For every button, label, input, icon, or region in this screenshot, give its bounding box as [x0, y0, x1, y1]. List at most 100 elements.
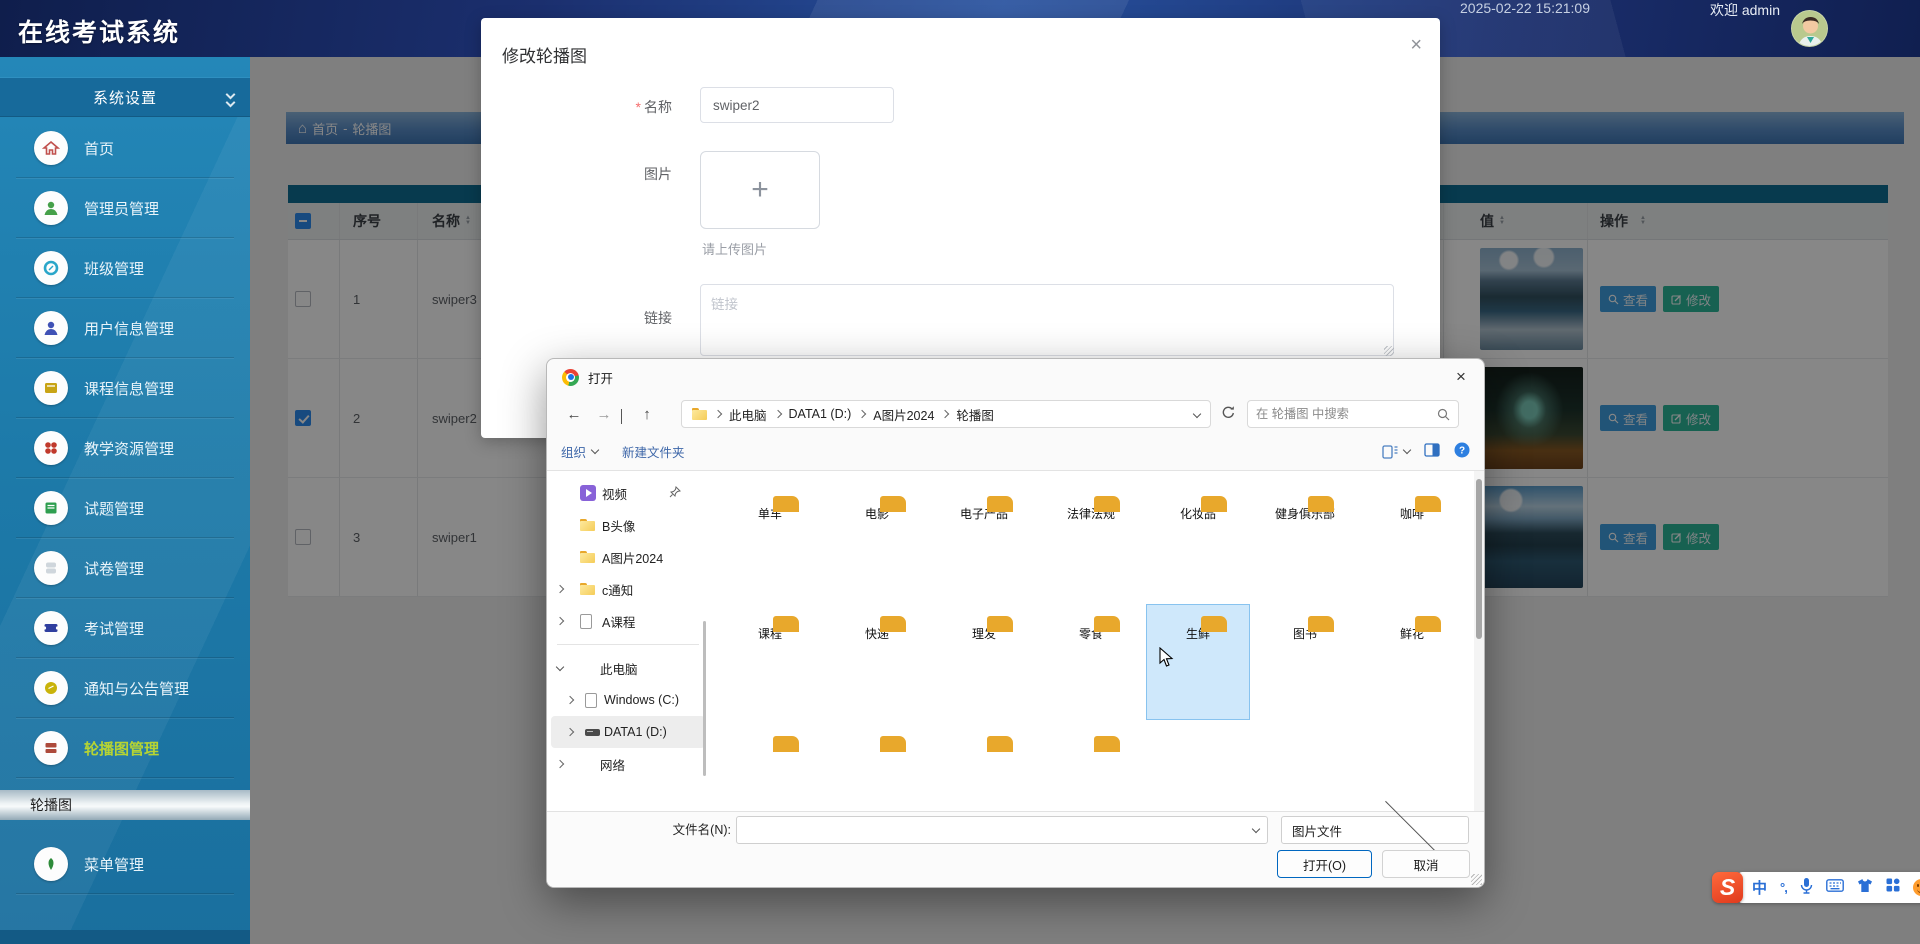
preview-pane-button[interactable] — [1424, 443, 1440, 460]
app-title: 在线考试系统 — [18, 13, 180, 49]
modal-close-icon[interactable]: × — [1410, 34, 1422, 57]
sidebar-item-this-pc[interactable]: 此电脑 — [547, 652, 709, 684]
sidebar-item-class-mgmt[interactable]: 班级管理 — [0, 238, 250, 298]
folder-tile[interactable]: 图书 — [1253, 604, 1357, 720]
image-upload-box[interactable]: + — [700, 151, 820, 229]
forward-icon[interactable]: → — [589, 406, 619, 423]
dialog-titlebar[interactable]: 打开 × — [547, 359, 1484, 395]
folder-icon — [580, 551, 595, 563]
help-button[interactable]: ? — [1454, 442, 1470, 461]
folder-tile[interactable]: 健身俱乐部 — [1253, 484, 1357, 600]
address-segment[interactable]: 此电脑 — [729, 405, 767, 424]
filetype-select[interactable]: 图片文件 — [1281, 816, 1469, 844]
sidebar-section-header[interactable]: 系统设置 — [0, 77, 250, 117]
address-segment[interactable]: A图片2024 — [873, 405, 934, 424]
address-segment[interactable]: DATA1 (D:) — [789, 407, 852, 421]
help-icon: ? — [1454, 442, 1470, 458]
search-input[interactable] — [1256, 407, 1437, 421]
address-bar[interactable]: 此电脑 DATA1 (D:) A图片2024 轮播图 — [681, 400, 1211, 428]
collapse-chevron-icon[interactable] — [556, 663, 564, 671]
expand-chevron-icon[interactable] — [556, 585, 564, 593]
file-list-scrollbar[interactable] — [1474, 471, 1484, 813]
folder-tile[interactable]: 零食 — [1039, 604, 1143, 720]
sidebar-item-course-info-mgmt[interactable]: 课程信息管理 — [0, 358, 250, 418]
sidebar-item-label: 首页 — [84, 138, 114, 159]
sidebar-subitem-label: 轮播图 — [30, 795, 72, 815]
name-input[interactable] — [700, 87, 894, 123]
sidebar-item-paper-mgmt[interactable]: 试卷管理 — [0, 538, 250, 598]
ime-emoji-icon[interactable] — [1913, 879, 1920, 896]
user-avatar[interactable] — [1791, 10, 1828, 47]
sidebar-item-data1-d[interactable]: DATA1 (D:) — [551, 716, 705, 748]
expand-chevron-icon[interactable] — [556, 760, 564, 768]
address-dropdown-icon[interactable] — [1193, 410, 1201, 418]
sidebar-item-carousel-mgmt[interactable]: 轮播图管理 — [0, 718, 250, 778]
sidebar-scrollbar[interactable] — [703, 621, 706, 776]
sidebar: 系统设置 首页 管理员管理 班级管理 用户信息管理 课程信息管理 教学资源管理 — [0, 57, 250, 944]
sidebar-item-videos[interactable]: 视频 — [547, 477, 709, 509]
folder-tile[interactable] — [825, 724, 929, 813]
sidebar-item-menu-mgmt[interactable]: 菜单管理 — [0, 834, 250, 894]
new-folder-button[interactable]: 新建文件夹 — [622, 442, 685, 461]
folder-tile[interactable]: 法律法规 — [1039, 484, 1143, 600]
ime-toolbox-icon[interactable] — [1886, 878, 1900, 897]
folder-tile[interactable]: 快递 — [825, 604, 929, 720]
sidebar-item-exam-mgmt[interactable]: 考试管理 — [0, 598, 250, 658]
dialog-close-icon[interactable]: × — [1438, 359, 1484, 395]
ime-mic-icon[interactable] — [1800, 877, 1813, 899]
scrollbar-thumb[interactable] — [1476, 479, 1482, 639]
history-chevron-icon[interactable] — [621, 409, 622, 423]
folder-tile[interactable]: 咖啡 — [1360, 484, 1464, 600]
cancel-button[interactable]: 取消 — [1382, 850, 1470, 878]
ime-punct-toggle[interactable]: °, — [1780, 880, 1787, 895]
refresh-icon[interactable] — [1221, 405, 1236, 423]
sidebar-item-apic2024[interactable]: A图片2024 — [547, 541, 709, 573]
sidebar-item-question-mgmt[interactable]: 试题管理 — [0, 478, 250, 538]
organize-menu[interactable]: 组织 — [561, 442, 598, 461]
sidebar-item-user-info-mgmt[interactable]: 用户信息管理 — [0, 298, 250, 358]
sidebar-separator — [557, 644, 699, 645]
folder-tile[interactable]: 电子产品 — [932, 484, 1036, 600]
sogou-logo-icon[interactable]: S — [1712, 872, 1743, 903]
sidebar-item-windows-c[interactable]: Windows (C:) — [547, 684, 709, 716]
filename-combo[interactable] — [736, 816, 1268, 844]
expand-chevron-icon[interactable] — [566, 728, 574, 736]
expand-chevron-icon[interactable] — [556, 617, 564, 625]
ime-keyboard-icon[interactable] — [1826, 879, 1844, 897]
dialog-resize-grip[interactable] — [1471, 874, 1482, 885]
up-icon[interactable]: ↑ — [632, 406, 662, 423]
ime-skin-icon[interactable] — [1857, 878, 1873, 898]
search-box[interactable] — [1247, 400, 1459, 428]
sidebar-item-admin-mgmt[interactable]: 管理员管理 — [0, 178, 250, 238]
folder-tile[interactable]: 鲜花 — [1360, 604, 1464, 720]
folder-tile[interactable] — [718, 724, 822, 813]
chevron-down-icon[interactable] — [1252, 824, 1260, 832]
sidebar-item-notice-mgmt[interactable]: 通知与公告管理 — [0, 658, 250, 718]
sidebar-item-bavatar[interactable]: B头像 — [547, 509, 709, 541]
filename-input[interactable] — [745, 823, 1253, 837]
sidebar-item-teaching-resource-mgmt[interactable]: 教学资源管理 — [0, 418, 250, 478]
sidebar-bottom-strip — [0, 930, 250, 944]
textarea-resize-grip[interactable] — [1384, 346, 1394, 356]
folder-tile[interactable]: 化妆品 — [1146, 484, 1250, 600]
folder-tile[interactable]: 理发 — [932, 604, 1036, 720]
address-segment[interactable]: 轮播图 — [956, 405, 994, 424]
folder-tile[interactable] — [932, 724, 1036, 813]
sidebar-item-home[interactable]: 首页 — [0, 118, 250, 178]
dialog-body: 视频 B头像 A图片2024 c通知 A课程 — [547, 471, 1484, 813]
open-button[interactable]: 打开(O) — [1277, 850, 1372, 878]
sidebar-item-cnotice[interactable]: c通知 — [547, 573, 709, 605]
back-icon[interactable]: ← — [559, 406, 589, 423]
folder-tile[interactable]: 电影 — [825, 484, 929, 600]
ime-mode-toggle[interactable]: 中 — [1752, 877, 1767, 898]
folder-tile[interactable]: 课程 — [718, 604, 822, 720]
sidebar-item-label: 轮播图管理 — [84, 738, 159, 759]
folder-tile[interactable]: 单车 — [718, 484, 822, 600]
link-textarea[interactable] — [700, 284, 1394, 356]
folder-tile[interactable] — [1039, 724, 1143, 813]
expand-chevron-icon[interactable] — [566, 696, 574, 704]
sidebar-subitem-carousel[interactable]: 轮播图 — [0, 790, 250, 820]
sidebar-item-acourse[interactable]: A课程 — [547, 605, 709, 637]
sidebar-item-network[interactable]: 网络 — [547, 748, 709, 780]
view-mode-button[interactable] — [1382, 445, 1410, 459]
